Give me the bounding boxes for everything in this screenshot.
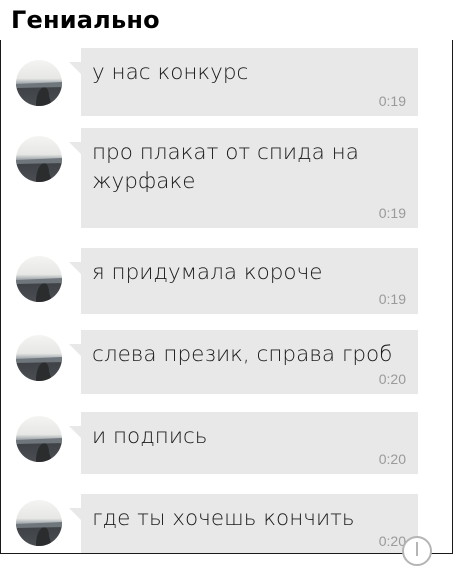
avatar[interactable] xyxy=(16,60,62,106)
avatar[interactable] xyxy=(16,136,62,182)
chat-thread[interactable]: у нас конкурс 0:19 про плакат от спида н… xyxy=(0,40,453,554)
message-text: про плакат от спида на журфаке xyxy=(92,140,359,194)
avatar-photo-icon xyxy=(16,278,62,302)
message-bubble[interactable]: про плакат от спида на журфаке 0:19 xyxy=(69,128,418,228)
avatar[interactable] xyxy=(16,256,62,302)
avatar[interactable] xyxy=(16,500,62,546)
avatar-photo-icon xyxy=(16,82,62,106)
avatar-photo-icon xyxy=(16,438,62,462)
page-title: Гениально xyxy=(11,6,160,34)
message-time: 0:19 xyxy=(378,205,406,221)
message-time: 0:20 xyxy=(378,451,406,467)
message-bubble[interactable]: и подпись 0:20 xyxy=(69,412,418,474)
avatar-photo-icon xyxy=(16,357,62,381)
message-bubble[interactable]: где ты хочешь кончить 0:20 xyxy=(69,494,418,553)
message-time: 0:19 xyxy=(378,291,406,307)
avatar-photo-icon xyxy=(16,158,62,182)
message-bubble[interactable]: слева презик, справа гроб 0:20 xyxy=(69,330,418,394)
message-bubble[interactable]: у нас конкурс 0:19 xyxy=(69,48,418,116)
message-text: слева презик, справа гроб xyxy=(92,342,393,367)
message-time: 0:19 xyxy=(378,93,406,109)
message-time: 0:20 xyxy=(378,371,406,387)
message-bubble[interactable]: я придумала короче 0:19 xyxy=(69,248,418,314)
avatar-photo-icon xyxy=(16,522,62,546)
avatar[interactable] xyxy=(16,335,62,381)
message-text: у нас конкурс xyxy=(92,60,249,85)
compose-button-icon[interactable] xyxy=(402,536,432,566)
message-text: я придумала короче xyxy=(92,260,323,285)
message-text: и подпись xyxy=(92,424,208,449)
message-text: где ты хочешь кончить xyxy=(92,506,355,531)
avatar[interactable] xyxy=(16,416,62,462)
